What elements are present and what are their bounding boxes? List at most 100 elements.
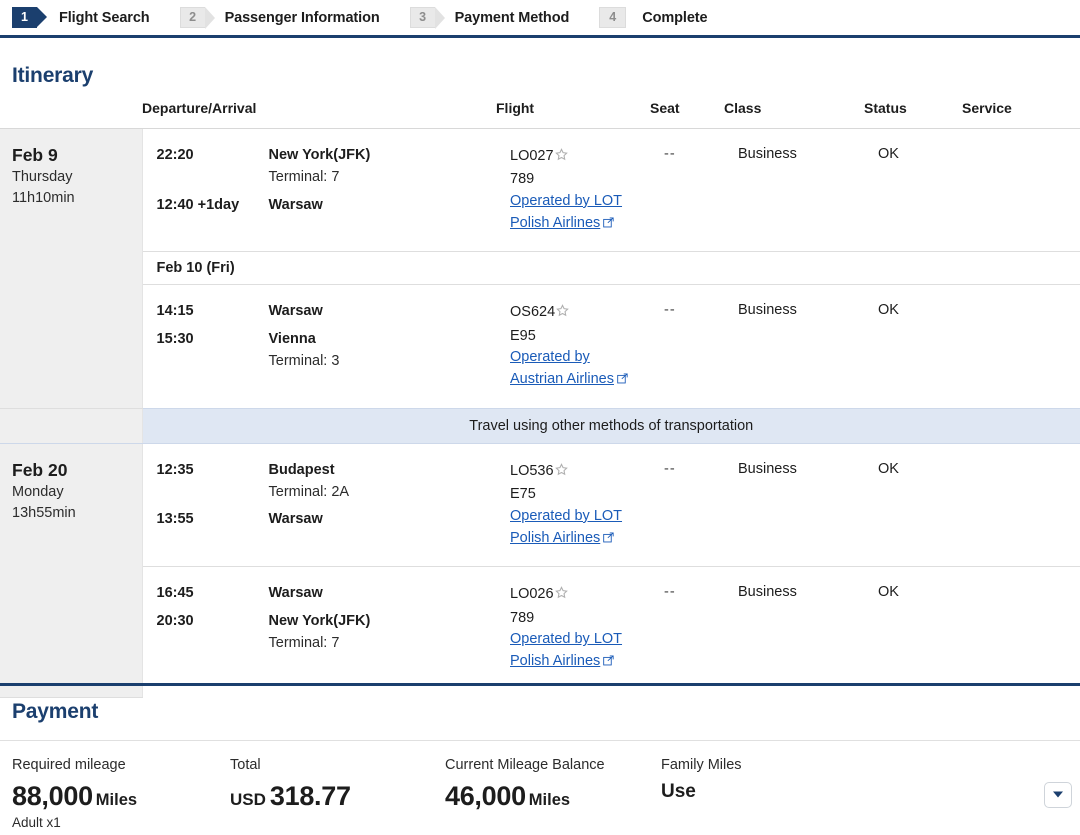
flight-number-wrap: LO536 [510,460,636,483]
departure-place: Budapest [268,461,335,478]
external-link-icon [617,370,628,392]
star-icon [554,584,568,606]
date-cell-group-1: Feb 9 Thursday 11h10min [0,128,143,409]
departure-time: 14:15 [156,303,194,320]
passenger-count: Adult x1 [12,814,61,830]
payment-heading: Payment [12,700,99,723]
class-cell: Business [738,302,797,319]
seat-cell: -- [664,584,676,601]
arrival-time: 15:30 [156,331,194,348]
star-icon [554,146,568,168]
seat-cell: -- [650,443,724,568]
flight-cell: LO026 789 Operated by LOT Polish Airline… [496,567,650,690]
current-balance-label: Current Mileage Balance [445,757,605,773]
other-transport-banner: Travel using other methods of transporta… [142,407,1080,444]
departure-place: Warsaw [268,303,323,320]
arrival-time: 13:55 [156,511,194,528]
departure-terminal: Terminal: 2A [268,483,350,500]
operated-by-link[interactable]: Operated by LOT Polish Airlines [510,629,636,674]
step-2-label: Passenger Information [224,9,380,26]
required-mileage-block: Required mileage 88,000 Miles Adult x1 [12,755,137,830]
step-4-label: Complete [642,9,708,26]
departure-place: New York(JFK) [268,147,371,163]
step-complete[interactable]: 4 Complete [599,0,708,37]
star-icon [556,302,569,324]
departure-time: 12:35 [156,461,194,478]
current-balance-value: 46,000 Miles [445,780,571,811]
departure-arrival-cell: 14:15 Warsaw 15:30 Vienna Terminal: 3 [142,285,496,408]
step-1-label: Flight Search [59,9,150,26]
other-transport-banner-row: Travel using other methods of transporta… [0,407,1080,444]
operated-by-link[interactable]: Operated by LOT Polish Airlines [510,191,636,236]
required-mileage-label: Required mileage [12,757,126,773]
departure-time: 16:45 [156,585,194,602]
equipment-code: E75 [510,486,536,503]
payment-separator [0,740,1080,741]
arrival-time: 20:30 [156,613,194,630]
current-mileage-balance-block: Current Mileage Balance 46,000 Miles [445,755,605,812]
step-passenger-information[interactable]: 2 Passenger Information [179,0,380,37]
date-weekday: Monday [12,483,64,500]
step-3-badge: 3 [409,7,445,29]
header-flight: Flight [496,100,650,129]
operated-by-link[interactable]: Operated by LOT Polish Airlines [510,506,636,551]
flight-cell: OS624 E95 Operated by Austrian Airlines [496,285,650,408]
total-value: USD 318.77 [230,780,351,811]
arrival-time: 12:40 +1day [156,196,240,213]
seat-cell: -- [664,302,676,319]
header-seat: Seat [650,100,724,129]
flight-number-wrap: LO026 [510,583,636,606]
arrival-terminal: Terminal: 3 [268,352,340,369]
departure-arrival-cell: 12:35 Budapest Terminal: 2A 13:55 Warsaw [142,443,496,568]
star-icon [554,461,568,483]
departure-arrival-cell: 22:20 New York(JFK) Terminal: 7 12:40 +1… [142,128,496,253]
itinerary-header-row: Departure/Arrival Flight Seat Class Stat… [0,100,1080,129]
departure-time: 22:20 [156,147,194,163]
header-service: Service [962,100,1080,129]
required-mileage-value: 88,000 Miles [12,780,138,811]
flight-number: LO536 [510,462,554,479]
total-label: Total [230,757,261,773]
status-cell: OK [878,584,899,601]
family-miles-block: Family Miles Use [661,755,742,803]
flight-number-wrap: LO027 [510,145,636,168]
step-2-badge: 2 [179,7,215,29]
header-class: Class [724,100,864,129]
flight-number-wrap: OS624 [510,301,636,324]
equipment-code: 789 [510,609,535,626]
external-link-icon [603,529,614,551]
flight-cell: LO536 E75 Operated by LOT Polish Airline… [496,443,650,568]
payment-summary-row: Required mileage 88,000 Miles Adult x1 To… [0,755,1080,835]
status-cell: OK [864,128,962,253]
flight-cell: LO027 789 Operated by LOT Polish Airline… [496,128,650,253]
service-cell [962,128,1080,253]
arrival-place: Warsaw [268,511,323,528]
arrival-place: Vienna [268,331,316,348]
itinerary-row: 16:45 Warsaw 20:30 New York(JFK) Termina… [0,567,1080,690]
family-miles-label: Family Miles [661,757,742,773]
departure-place: Warsaw [268,585,323,602]
departure-terminal: Terminal: 7 [268,168,340,185]
step-payment-method[interactable]: 3 Payment Method [409,0,569,37]
payment-top-rule [0,683,1080,686]
date-duration: 11h10min [12,189,75,206]
itinerary-row: Feb 9 Thursday 11h10min 22:20 New York(J… [0,128,1080,409]
class-cell: Business [724,128,864,253]
header-departure-arrival: Departure/Arrival [142,100,496,129]
date-weekday: Thursday [12,168,73,185]
flight-number: LO027 [510,148,554,164]
operated-by-link[interactable]: Operated by Austrian Airlines [510,347,636,392]
step-4-badge: 4 [599,7,627,28]
date-cell-group-2: Feb 20 Monday 13h55min [0,443,143,699]
service-cell [962,443,1080,568]
arrival-terminal: Terminal: 7 [268,634,340,651]
external-link-icon [603,652,614,674]
banner-left-spacer [0,407,143,444]
class-cell: Business [724,443,864,568]
date-duration: 13h55min [12,504,76,521]
step-flight-search[interactable]: 1 Flight Search [12,0,150,37]
sub-date-divider-row: Feb 10 (Fri) [0,251,1080,286]
date-day: Feb 20 [12,459,68,480]
family-miles-dropdown-button[interactable] [1044,782,1072,808]
chevron-down-icon [1052,786,1064,804]
